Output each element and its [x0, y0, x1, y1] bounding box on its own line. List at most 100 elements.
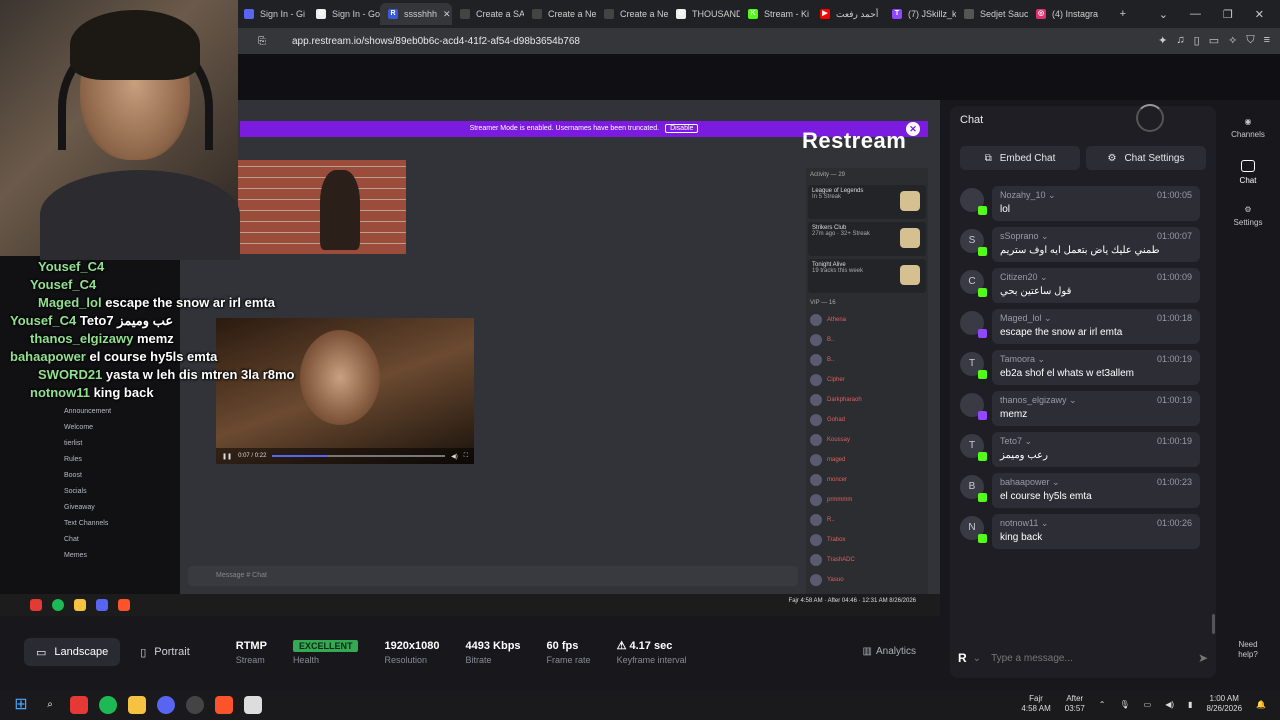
chat-settings-button[interactable]: ⚙ Chat Settings: [1086, 146, 1206, 170]
disable-button[interactable]: Disable: [665, 124, 699, 133]
steam-icon[interactable]: [186, 696, 204, 714]
after-widget[interactable]: After 03:57: [1065, 694, 1085, 714]
chevron-down-icon[interactable]: ⌄: [1067, 395, 1077, 405]
clock[interactable]: 1:00 AM 8/26/2026: [1206, 694, 1242, 714]
chevron-down-icon[interactable]: ⌄: [1042, 313, 1052, 323]
url-text[interactable]: app.restream.io/shows/89eb0b6c-acd4-41f2…: [292, 36, 580, 47]
member-item[interactable]: Cipher: [806, 370, 928, 390]
member-item[interactable]: prmmmm: [806, 490, 928, 510]
ai-icon[interactable]: ✧: [1228, 34, 1237, 47]
member-item[interactable]: moncer: [806, 470, 928, 490]
browser-tab[interactable]: G THOUSAND: [668, 3, 740, 25]
file-explorer-icon[interactable]: [128, 696, 146, 714]
portrait-button[interactable]: ▯ Portrait: [128, 638, 202, 666]
shield-icon[interactable]: ⛉: [1246, 34, 1254, 47]
help-button[interactable]: Need help?: [1228, 640, 1268, 660]
chevron-up-icon[interactable]: ⌃: [1099, 700, 1106, 709]
close-icon[interactable]: ✕: [906, 122, 920, 136]
restream-logo-icon[interactable]: R: [958, 651, 967, 665]
tab-search-icon[interactable]: ⌄: [1159, 8, 1168, 21]
pause-icon[interactable]: ❚❚: [222, 453, 232, 460]
discord-channel[interactable]: Text Channels: [24, 516, 180, 532]
landscape-button[interactable]: ▭ Landscape: [24, 638, 121, 666]
discord-message-input[interactable]: Message # Chat: [188, 566, 798, 586]
discord-channel[interactable]: Socials: [24, 484, 180, 500]
bookmark-icon[interactable]: ⎘: [258, 36, 266, 47]
chevron-down-icon[interactable]: ⌄: [1038, 518, 1049, 528]
browser-tab[interactable]: ▶ أحمد رفعت: [812, 3, 884, 25]
settings-button[interactable]: ⚙ Settings: [1222, 194, 1274, 238]
member-item[interactable]: Koussay: [806, 430, 928, 450]
member-item[interactable]: Darkpharaoh: [806, 390, 928, 410]
brave-icon[interactable]: [215, 696, 233, 714]
chevron-down-icon[interactable]: ⌄: [973, 653, 981, 664]
browser-tab[interactable]: G Sign In - Go: [308, 3, 380, 25]
chevron-down-icon[interactable]: ⌄: [1038, 272, 1048, 282]
chevron-down-icon[interactable]: ⌄: [1046, 190, 1056, 200]
chevron-down-icon[interactable]: ⌄: [1035, 354, 1046, 364]
chevron-down-icon[interactable]: ⌄: [1039, 231, 1049, 241]
message-username[interactable]: Nozahy_10: [1000, 190, 1046, 200]
discord-channel[interactable]: Boost: [24, 468, 180, 484]
volume-icon[interactable]: ◀): [1165, 700, 1174, 709]
message-username[interactable]: bahaapower: [1000, 477, 1050, 487]
activity-card[interactable]: Strikers Club 27m ago · 32+ Streak: [808, 222, 926, 256]
member-item[interactable]: TrashADC: [806, 550, 928, 570]
member-item[interactable]: Yasuo: [806, 570, 928, 590]
obs-icon[interactable]: [244, 696, 262, 714]
message-username[interactable]: Maged_lol: [1000, 313, 1042, 323]
browser-tab[interactable]: ◎ (4) Instagra: [1028, 3, 1100, 25]
message-username[interactable]: Tamoora: [1000, 354, 1035, 364]
member-item[interactable]: B..: [806, 350, 928, 370]
network-icon[interactable]: ▭: [1144, 700, 1152, 709]
microphone-icon[interactable]: 🎙: [1119, 700, 1129, 709]
discord-channel[interactable]: Chat: [24, 532, 180, 548]
wallet-icon[interactable]: ▭: [1209, 34, 1219, 47]
notifications-icon[interactable]: 🔔: [1256, 700, 1266, 709]
windows-start-icon[interactable]: ⊞: [12, 696, 30, 714]
message-username[interactable]: Teto7: [1000, 436, 1022, 446]
chat-input-placeholder[interactable]: Type a message...: [991, 653, 1073, 664]
minimize-icon[interactable]: —: [1190, 8, 1201, 20]
maximize-icon[interactable]: ❐: [1223, 8, 1233, 21]
music-icon[interactable]: ♫: [1176, 34, 1184, 47]
discord-channel[interactable]: Memes: [24, 548, 180, 564]
new-tab-icon[interactable]: +: [1120, 8, 1126, 20]
volume-icon[interactable]: ◀): [451, 453, 458, 460]
activity-card[interactable]: League of Legends In 5 Streak: [808, 185, 926, 219]
spotify-icon[interactable]: [99, 696, 117, 714]
discord-channel[interactable]: Giveaway: [24, 500, 180, 516]
close-tab-icon[interactable]: ✕: [443, 9, 451, 20]
browser-tab[interactable]: Rsssshhh ✕: [380, 3, 452, 25]
activity-card[interactable]: Tonight Alive 19 tracks this week: [808, 259, 926, 293]
chat-tab-button[interactable]: Chat: [1222, 150, 1274, 194]
browser-tab[interactable]: Create a Ne: [596, 3, 668, 25]
message-username[interactable]: notnow11: [1000, 518, 1038, 528]
close-window-icon[interactable]: ✕: [1255, 8, 1264, 21]
send-icon[interactable]: ➤: [1198, 651, 1208, 665]
sidebar-icon[interactable]: ▯: [1194, 34, 1200, 47]
embed-chat-button[interactable]: ⧉ Embed Chat: [960, 146, 1080, 170]
analytics-button[interactable]: ▥ Analytics: [863, 646, 916, 657]
message-username[interactable]: thanos_elgizawy: [1000, 395, 1067, 405]
browser-tab[interactable]: K Stream - Ki: [740, 3, 812, 25]
fullscreen-icon[interactable]: ⛶: [464, 453, 468, 460]
discord-channel[interactable]: Rules: [24, 452, 180, 468]
chat-input[interactable]: R ⌄ Type a message... ➤: [958, 646, 1208, 670]
extensions-icon[interactable]: ✦: [1158, 34, 1167, 47]
browser-tab[interactable]: T (7) JSkillz_k: [884, 3, 956, 25]
member-item[interactable]: Trabox: [806, 530, 928, 550]
browser-tab[interactable]: Create a Ne: [524, 3, 596, 25]
member-item[interactable]: Gohad: [806, 410, 928, 430]
discord-channel[interactable]: tierlist: [24, 436, 180, 452]
channels-button[interactable]: ◉ Channels: [1222, 106, 1274, 150]
app-icon[interactable]: [70, 696, 88, 714]
search-icon[interactable]: ⌕: [41, 696, 59, 714]
message-username[interactable]: sSoprano: [1000, 231, 1039, 241]
discord-icon[interactable]: [157, 696, 175, 714]
chat-scrollbar[interactable]: [1212, 614, 1215, 634]
message-username[interactable]: Citizen20: [1000, 272, 1038, 282]
chevron-down-icon[interactable]: ⌄: [1022, 436, 1033, 446]
member-item[interactable]: maged: [806, 450, 928, 470]
browser-tab[interactable]: Sign In - Gi: [236, 3, 308, 25]
